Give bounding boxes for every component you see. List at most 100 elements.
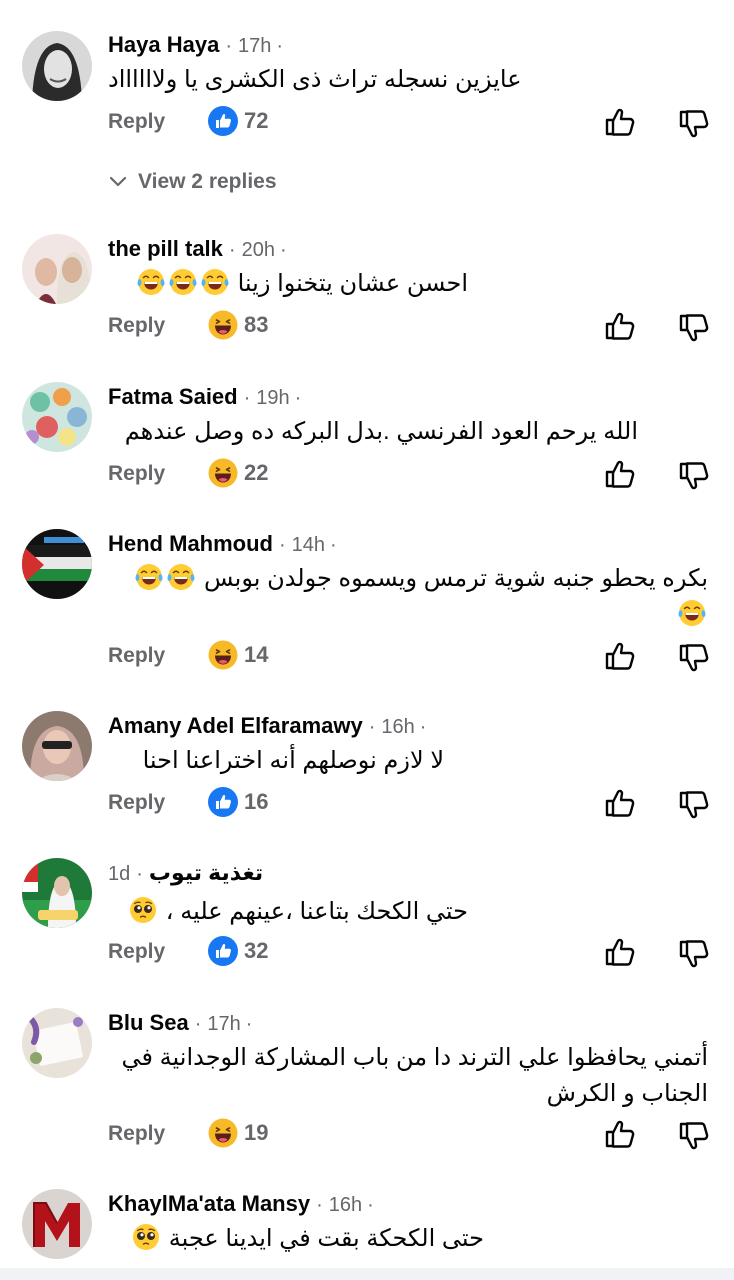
- avatar[interactable]: [22, 234, 92, 304]
- reaction-count: 19: [244, 1120, 269, 1145]
- comment-text: احسن عشان يتخنوا زينا: [108, 266, 468, 302]
- timestamp[interactable]: 16h: [329, 1194, 362, 1217]
- avatar[interactable]: [22, 1008, 92, 1078]
- comment-header: Blu Sea · 17h ·: [108, 1010, 252, 1036]
- comment-text: أتمني يحافظوا علي الترند دا من باب المشا…: [121, 1044, 708, 1107]
- tears-of-joy-emoji: [168, 267, 198, 297]
- comment-header: KhaylMa'ata Mansy · 16h ·: [108, 1191, 374, 1217]
- avatar[interactable]: [22, 711, 92, 781]
- thumbs-up-outline-icon[interactable]: [604, 640, 636, 672]
- reply-button[interactable]: Reply: [108, 644, 165, 668]
- author-name[interactable]: Haya Haya: [108, 32, 219, 58]
- comment-header: Haya Haya · 17h ·: [108, 32, 283, 58]
- reaction-summary[interactable]: 16: [208, 787, 268, 817]
- pleading-face-emoji: [131, 1222, 161, 1252]
- tears-of-joy-emoji: [134, 562, 164, 592]
- tears-of-joy-emoji: [136, 267, 166, 297]
- comment-actions: Reply 22: [108, 458, 708, 492]
- comment-actions: Reply 32: [108, 936, 708, 970]
- author-name[interactable]: تغذية تيوب: [149, 860, 263, 886]
- author-name[interactable]: KhaylMa'ata Mansy: [108, 1191, 310, 1217]
- more-dot-icon: ·: [245, 1013, 253, 1035]
- haha-reaction-icon: [208, 310, 238, 340]
- separator-dot: ·: [243, 387, 251, 409]
- more-dot-icon: ·: [294, 387, 302, 409]
- thumbs-down-outline-icon[interactable]: [678, 108, 710, 140]
- thumbs-down-outline-icon[interactable]: [678, 938, 710, 970]
- author-name[interactable]: Fatma Saied: [108, 384, 238, 410]
- comment-actions: Reply 72: [108, 106, 708, 140]
- timestamp[interactable]: 17h: [207, 1013, 240, 1036]
- reaction-count: 14: [244, 642, 269, 667]
- tears-of-joy-emoji: [677, 598, 707, 628]
- comment-actions: Reply 14: [108, 640, 708, 674]
- more-dot-icon: ·: [279, 239, 287, 261]
- reply-button[interactable]: Reply: [108, 791, 165, 815]
- reaction-count: 83: [244, 312, 269, 337]
- separator-dot: ·: [279, 534, 286, 556]
- reaction-summary[interactable]: 22: [208, 458, 268, 488]
- thumbs-up-outline-icon[interactable]: [604, 458, 636, 490]
- avatar[interactable]: [22, 382, 92, 452]
- reaction-summary[interactable]: 83: [208, 310, 268, 340]
- comment-text-body: بكره يحطو جنبه شوية ترمس ويسموه جولدن بو…: [204, 565, 708, 592]
- more-dot-icon: ·: [419, 716, 427, 738]
- reaction-count: 72: [244, 108, 269, 133]
- reaction-summary[interactable]: 14: [208, 640, 268, 670]
- thumbs-up-outline-icon[interactable]: [604, 936, 636, 968]
- avatar[interactable]: [22, 858, 92, 928]
- timestamp[interactable]: 1d: [108, 863, 130, 886]
- thumbs-down-outline-icon[interactable]: [678, 789, 710, 821]
- reply-button[interactable]: Reply: [108, 940, 165, 964]
- comment-actions: Reply 19: [108, 1118, 708, 1152]
- avatar[interactable]: [22, 31, 92, 101]
- comment-text-body: حتى الكحكة بقت في ايدينا عجبة: [168, 1225, 484, 1252]
- more-dot-icon: ·: [367, 1194, 374, 1216]
- thumbs-down-outline-icon[interactable]: [678, 460, 710, 492]
- author-name[interactable]: Hend Mahmoud: [108, 531, 273, 557]
- reply-button[interactable]: Reply: [108, 462, 165, 486]
- author-name[interactable]: Blu Sea: [108, 1010, 189, 1036]
- reply-button[interactable]: Reply: [108, 314, 165, 338]
- comment-composer-edge: [0, 1268, 734, 1280]
- like-reaction-icon: [208, 936, 238, 966]
- timestamp[interactable]: 17h: [238, 35, 271, 58]
- like-reaction-icon: [208, 106, 238, 136]
- like-reaction-icon: [208, 787, 238, 817]
- author-name[interactable]: the pill talk: [108, 236, 223, 262]
- reaction-count: 32: [244, 938, 269, 963]
- timestamp[interactable]: 20h: [242, 239, 275, 262]
- view-replies-button[interactable]: View 2 replies: [108, 170, 277, 194]
- view-replies-label: View 2 replies: [138, 170, 277, 193]
- reply-button[interactable]: Reply: [108, 110, 165, 134]
- thumbs-down-outline-icon[interactable]: [678, 642, 710, 674]
- thumbs-up-outline-icon[interactable]: [604, 310, 636, 342]
- separator-dot: ·: [368, 716, 376, 738]
- separator-dot: ·: [194, 1013, 202, 1035]
- timestamp[interactable]: 19h: [256, 387, 289, 410]
- thumbs-down-outline-icon[interactable]: [678, 1120, 710, 1152]
- pleading-face-emoji: [128, 895, 158, 925]
- thumbs-up-outline-icon[interactable]: [604, 1118, 636, 1150]
- reaction-summary[interactable]: 72: [208, 106, 268, 136]
- avatar[interactable]: [22, 1189, 92, 1259]
- tears-of-joy-emoji: [200, 267, 230, 297]
- reply-button[interactable]: Reply: [108, 1122, 165, 1146]
- comment-header: the pill talk · 20h ·: [108, 236, 287, 262]
- reaction-summary[interactable]: 32: [208, 936, 268, 966]
- thumbs-up-outline-icon[interactable]: [604, 787, 636, 819]
- comment-text: بكره يحطو جنبه شوية ترمس ويسموه جولدن بو…: [108, 561, 708, 633]
- thumbs-down-outline-icon[interactable]: [678, 312, 710, 344]
- comment-text: لا لازم نوصلهم أنه اختراعنا احنا: [142, 747, 444, 774]
- comment-header: Hend Mahmoud · 14h ·: [108, 531, 337, 557]
- timestamp[interactable]: 16h: [381, 716, 414, 739]
- comment-text: عايزين نسجله تراث ذى الكشرى يا ولااااااد: [108, 66, 522, 93]
- author-name[interactable]: Amany Adel Elfaramawy: [108, 713, 363, 739]
- comment-text: حتى الكحكة بقت في ايدينا عجبة: [108, 1221, 484, 1257]
- thumbs-up-outline-icon[interactable]: [604, 106, 636, 138]
- avatar[interactable]: [22, 529, 92, 599]
- timestamp[interactable]: 14h: [292, 534, 325, 557]
- haha-reaction-icon: [208, 458, 238, 488]
- reaction-summary[interactable]: 19: [208, 1118, 268, 1148]
- more-dot-icon: ·: [330, 534, 337, 556]
